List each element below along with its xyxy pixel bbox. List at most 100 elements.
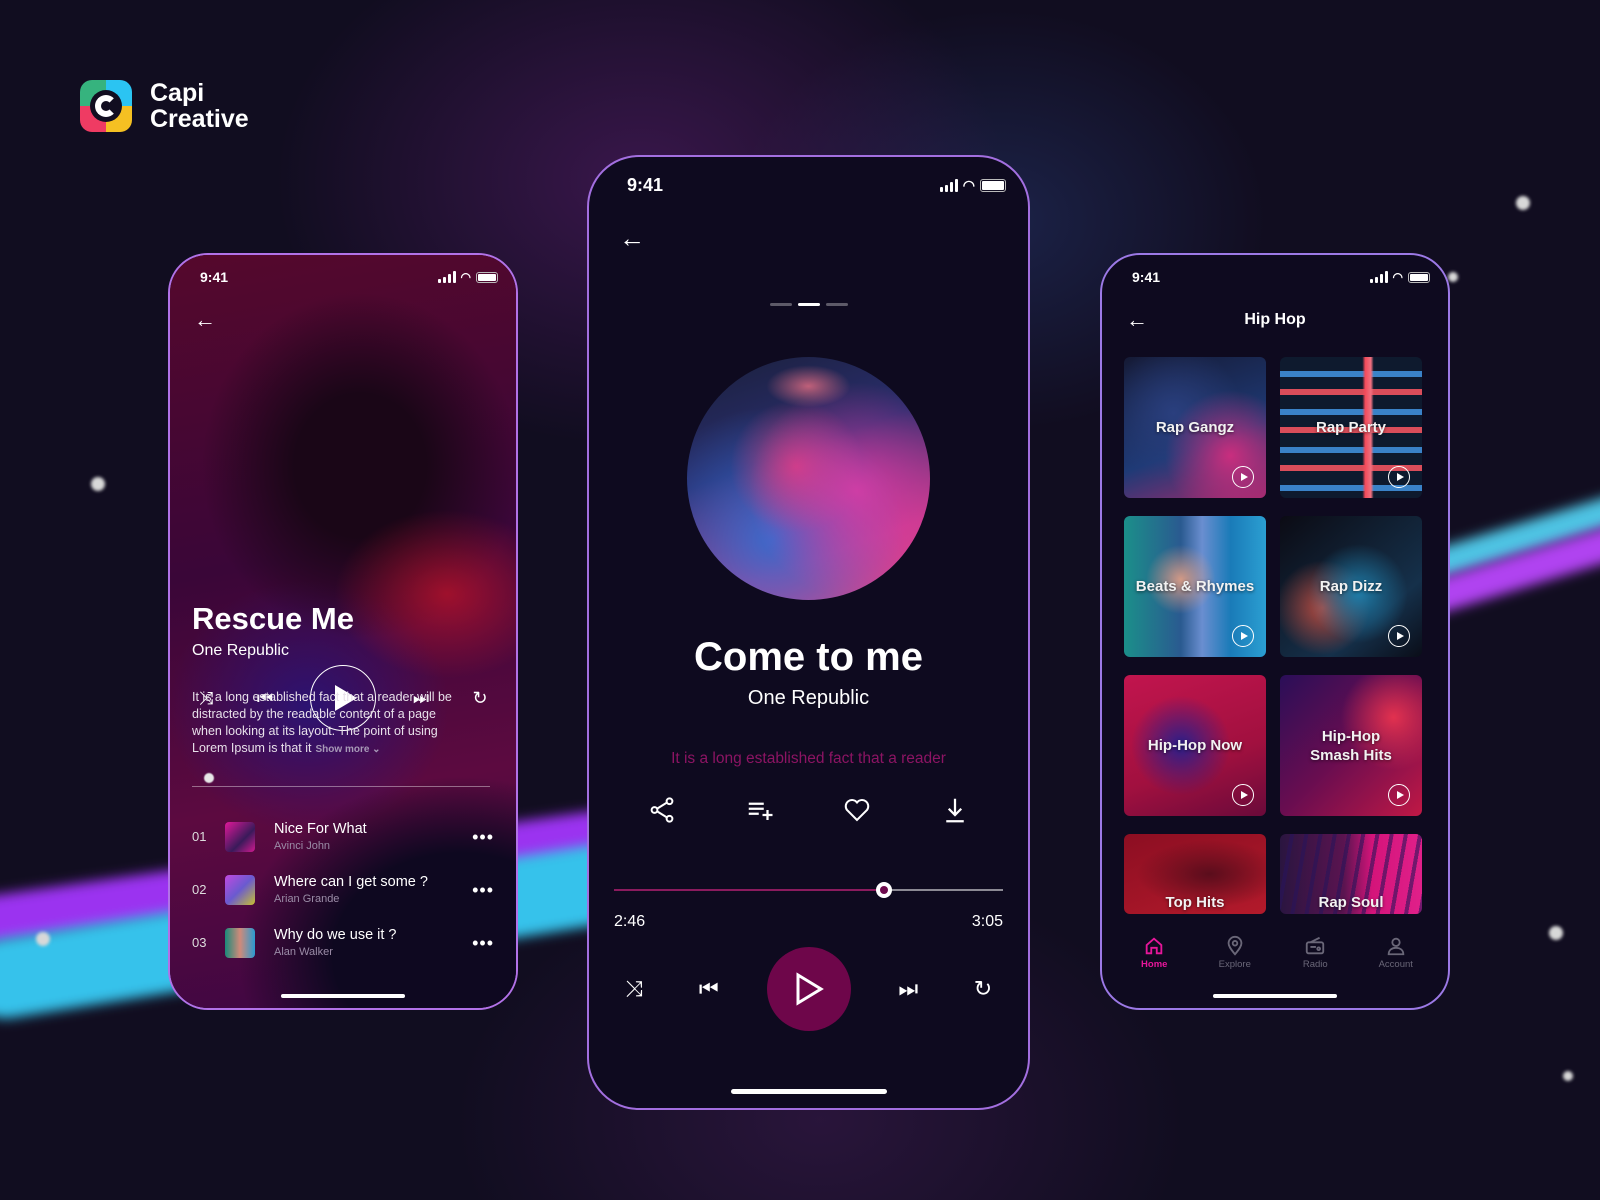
repeat-icon[interactable]: ↻ xyxy=(466,689,494,707)
playlist-card[interactable]: Rap Dizz xyxy=(1280,516,1422,657)
location-pin-icon xyxy=(1227,935,1243,956)
track-artist: Alan Walker xyxy=(274,946,333,958)
brand-logo-block: Capi Creative xyxy=(80,80,249,132)
show-more-link[interactable]: Show more ⌄ xyxy=(316,744,381,755)
track-thumbnail xyxy=(225,874,255,905)
play-circle-icon[interactable] xyxy=(1232,784,1254,806)
playlist-label: Hip-Hop Now xyxy=(1147,737,1243,754)
tab-label: Radio xyxy=(1302,959,1328,970)
home-indicator xyxy=(281,994,405,998)
song-artist: One Republic xyxy=(192,642,289,659)
phone-song-detail: 9:41 ◠ ← ⤨ ⏮ ⏭ ↻ Rescue Me One Republic … xyxy=(168,253,518,1010)
song-description: It is a long established fact that a rea… xyxy=(192,689,462,758)
track-artist: Arian Grande xyxy=(274,893,340,905)
status-time: 9:41 xyxy=(627,175,664,195)
page-dot-active[interactable] xyxy=(797,303,820,306)
decorative-dot xyxy=(1563,1071,1573,1081)
seek-track[interactable] xyxy=(192,786,490,787)
wifi-icon: ◠ xyxy=(962,177,975,193)
radio-icon xyxy=(1306,936,1325,955)
decorative-dot xyxy=(1448,272,1458,282)
more-options-icon[interactable]: ••• xyxy=(472,881,494,899)
play-circle-icon[interactable] xyxy=(1388,625,1410,647)
brand-name-line1: Capi xyxy=(150,79,205,107)
back-arrow-icon[interactable]: ← xyxy=(1126,309,1148,331)
tab-home[interactable]: Home xyxy=(1124,935,1184,970)
total-time: 3:05 xyxy=(971,913,1003,930)
status-bar: 9:41 ◠ xyxy=(1102,255,1448,285)
seek-bar[interactable] xyxy=(614,882,1003,898)
more-options-icon[interactable]: ••• xyxy=(472,934,494,952)
tab-account[interactable]: Account xyxy=(1366,935,1426,970)
battery-icon xyxy=(1408,271,1430,283)
repeat-icon[interactable]: ↻ xyxy=(966,978,1000,1000)
track-title: Nice For What xyxy=(274,821,367,837)
home-icon xyxy=(1146,937,1163,955)
bottom-tab-bar: Home Explore Radio Account xyxy=(1102,935,1448,970)
status-time: 9:41 xyxy=(1132,269,1161,285)
playlist-label: Beats & Rhymes xyxy=(1135,578,1255,595)
heart-icon[interactable] xyxy=(842,795,872,825)
more-options-icon[interactable]: ••• xyxy=(472,828,494,846)
next-icon[interactable]: ⏭ xyxy=(891,978,925,1000)
track-thumbnail xyxy=(225,927,255,958)
play-circle-icon[interactable] xyxy=(1388,784,1410,806)
status-time: 9:41 xyxy=(200,269,229,285)
brand-name: Capi Creative xyxy=(150,80,249,132)
play-circle-icon[interactable] xyxy=(1232,466,1254,488)
back-arrow-icon[interactable]: ← xyxy=(619,225,645,251)
previous-icon[interactable]: ⏮ xyxy=(692,978,726,1000)
tab-radio[interactable]: Radio xyxy=(1285,935,1345,970)
track-number: 03 xyxy=(192,935,207,950)
playlist-card[interactable]: Rap Soul xyxy=(1280,834,1422,914)
track-title: Why do we use it ? xyxy=(274,927,397,943)
playlist-label: Rap Soul xyxy=(1318,894,1384,911)
playlist-card[interactable]: Beats & Rhymes xyxy=(1124,516,1266,657)
wifi-icon: ◠ xyxy=(460,270,471,284)
signal-icon xyxy=(1369,271,1388,283)
playlist-card[interactable]: Top Hits xyxy=(1124,834,1266,914)
add-to-playlist-icon[interactable] xyxy=(745,795,775,825)
playlist-grid: Rap Gangz Rap Party Beats & Rhymes Rap D… xyxy=(1124,357,1422,914)
download-icon[interactable] xyxy=(940,795,970,825)
track-thumbnail xyxy=(225,821,255,852)
playlist-card[interactable]: Hip-Hop Now xyxy=(1124,675,1266,816)
song-artist: One Republic xyxy=(747,687,870,709)
tab-label: Explore xyxy=(1218,959,1251,970)
phone-now-playing: 9:41 ◠ ← Come to me One Republic It is a… xyxy=(587,155,1030,1110)
play-circle-icon[interactable] xyxy=(1388,466,1410,488)
seek-knob[interactable] xyxy=(204,773,214,783)
capi-logo-icon xyxy=(80,80,132,132)
seek-fill xyxy=(614,889,885,891)
playlist-card[interactable]: Rap Gangz xyxy=(1124,357,1266,498)
track-row[interactable]: 01 Nice For What Avinci John ••• xyxy=(192,810,494,863)
tab-explore[interactable]: Explore xyxy=(1205,935,1265,970)
page-dot[interactable] xyxy=(825,303,848,306)
share-icon[interactable] xyxy=(647,795,677,825)
seek-knob[interactable] xyxy=(876,882,893,898)
play-button[interactable] xyxy=(766,947,851,1031)
track-row[interactable]: 03 Why do we use it ? Alan Walker ••• xyxy=(192,916,494,969)
back-arrow-icon[interactable]: ← xyxy=(194,309,216,331)
status-bar: 9:41 ◠ xyxy=(170,255,516,285)
phone-genre-browse: 9:41 ◠ ← Hip Hop Rap Gangz Rap Party Bea… xyxy=(1100,253,1450,1010)
playlist-card[interactable]: Rap Party xyxy=(1280,357,1422,498)
song-title: Rescue Me xyxy=(192,601,354,636)
home-indicator xyxy=(1213,994,1337,998)
current-time: 2:46 xyxy=(614,913,646,930)
decorative-dot xyxy=(36,932,50,946)
playlist-label: Top Hits xyxy=(1165,894,1225,911)
user-icon xyxy=(1387,937,1405,956)
battery-icon xyxy=(980,179,1006,192)
playlist-label: Rap Party xyxy=(1315,419,1387,436)
signal-icon xyxy=(939,178,958,192)
track-row[interactable]: 02 Where can I get some ? Arian Grande ••… xyxy=(192,863,494,916)
home-indicator xyxy=(730,1089,887,1094)
page-title: Hip Hop xyxy=(1244,311,1306,328)
play-circle-icon[interactable] xyxy=(1232,625,1254,647)
playlist-card[interactable]: Hip-Hop Smash Hits xyxy=(1280,675,1422,816)
tab-label: Home xyxy=(1141,959,1168,970)
wifi-icon: ◠ xyxy=(1392,270,1403,284)
page-dot[interactable] xyxy=(769,303,792,306)
shuffle-icon[interactable]: ⤨ xyxy=(617,978,651,1000)
